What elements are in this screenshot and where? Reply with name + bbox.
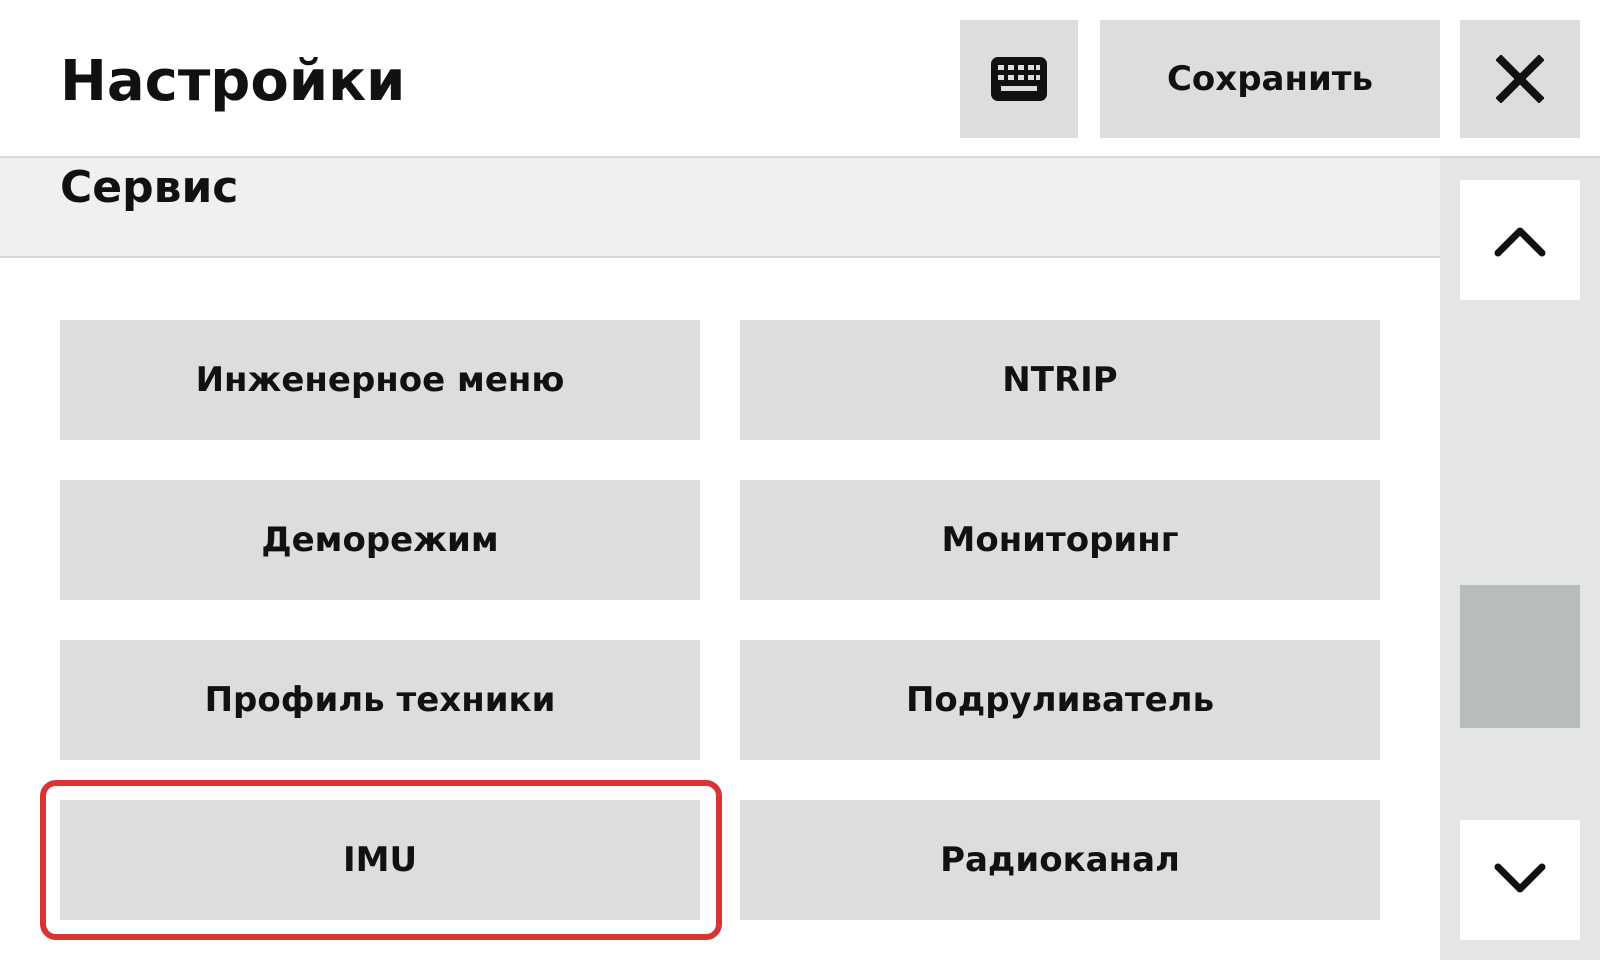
- vehicle-profile-button[interactable]: Профиль техники: [60, 640, 700, 760]
- ntrip-button[interactable]: NTRIP: [740, 320, 1380, 440]
- keyboard-icon: [991, 57, 1047, 101]
- header-bar: Настройки Сохранить: [0, 0, 1600, 158]
- imu-button[interactable]: IMU: [60, 800, 700, 920]
- keyboard-button[interactable]: [960, 20, 1078, 138]
- section-header: Сервис: [0, 158, 1440, 258]
- settings-screen: Настройки Сохранить Сервис Инженерное ме…: [0, 0, 1600, 960]
- close-button[interactable]: [1460, 20, 1580, 138]
- close-icon: [1496, 55, 1544, 103]
- monitoring-button[interactable]: Мониторинг: [740, 480, 1380, 600]
- page-title: Настройки: [60, 49, 406, 114]
- section-title: Сервис: [60, 162, 239, 213]
- radio-channel-button[interactable]: Радиоканал: [740, 800, 1380, 920]
- save-button[interactable]: Сохранить: [1100, 20, 1440, 138]
- engineering-menu-button[interactable]: Инженерное меню: [60, 320, 700, 440]
- demo-mode-button[interactable]: Деморежим: [60, 480, 700, 600]
- steering-assist-button[interactable]: Подруливатель: [740, 640, 1380, 760]
- scroll-up-button[interactable]: [1460, 180, 1580, 300]
- chevron-down-icon: [1494, 863, 1546, 893]
- scroll-down-button[interactable]: [1460, 820, 1580, 940]
- scrollbar-thumb[interactable]: [1460, 585, 1580, 728]
- chevron-up-icon: [1494, 227, 1546, 257]
